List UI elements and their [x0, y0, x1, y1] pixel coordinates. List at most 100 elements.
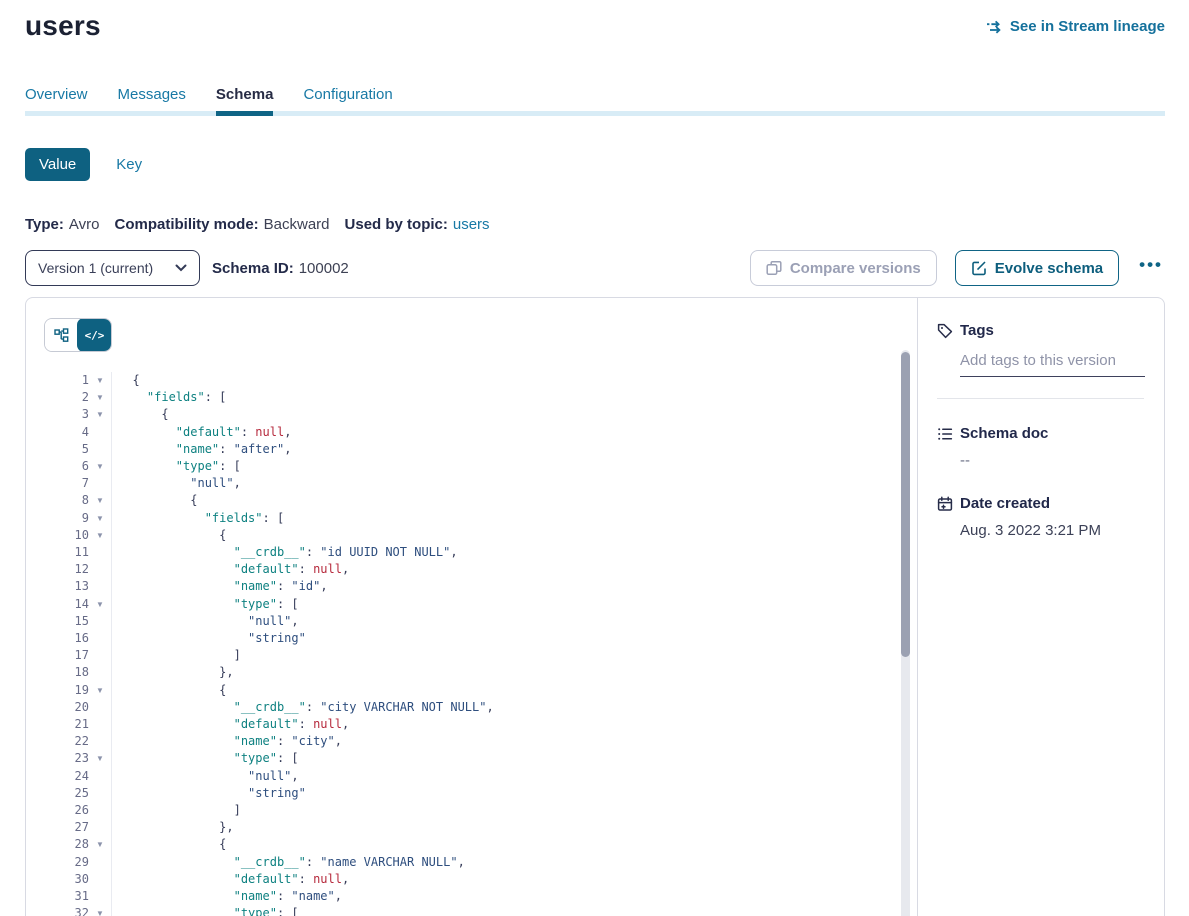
code-line: 17 ] — [44, 647, 917, 664]
fold-toggle-icon[interactable]: ▼ — [89, 596, 111, 613]
line-number: 20 — [44, 699, 89, 716]
fold-spacer — [89, 441, 111, 458]
meta-label: Compatibility mode: — [114, 216, 258, 233]
code-line: 23▼ "type": [ — [44, 750, 917, 767]
meta-label: Used by topic: — [345, 216, 448, 233]
stream-lineage-link[interactable]: See in Stream lineage — [986, 18, 1165, 35]
more-actions-button[interactable]: ••• — [1137, 255, 1165, 281]
date-created-title: Date created — [960, 495, 1050, 512]
code-view-button[interactable]: </> — [77, 318, 112, 352]
line-number: 14 — [44, 596, 89, 613]
fold-toggle-icon[interactable]: ▼ — [89, 750, 111, 767]
line-number: 29 — [44, 854, 89, 871]
tag-icon — [937, 323, 953, 339]
code-line: 14▼ "type": [ — [44, 596, 917, 613]
meta-item: Compatibility mode:Backward — [114, 216, 329, 233]
tree-view-icon — [54, 328, 69, 343]
code-view-icon: </> — [85, 329, 105, 342]
code-line: 28▼ { — [44, 836, 917, 853]
tab-configuration[interactable]: Configuration — [303, 86, 392, 116]
fold-toggle-icon[interactable]: ▼ — [89, 458, 111, 475]
schema-doc-icon — [937, 426, 953, 442]
page-title: users — [25, 10, 101, 42]
line-number: 10 — [44, 527, 89, 544]
code-line: 6▼ "type": [ — [44, 458, 917, 475]
tab-schema[interactable]: Schema — [216, 86, 274, 116]
line-number: 23 — [44, 750, 89, 767]
stream-lineage-label: See in Stream lineage — [1010, 18, 1165, 35]
code-text: { — [112, 836, 226, 853]
fold-toggle-icon[interactable]: ▼ — [89, 836, 111, 853]
fold-spacer — [89, 664, 111, 681]
line-number: 2 — [44, 389, 89, 406]
evolve-schema-button[interactable]: Evolve schema — [955, 250, 1119, 286]
tab-overview[interactable]: Overview — [25, 86, 88, 116]
fold-toggle-icon[interactable]: ▼ — [89, 527, 111, 544]
line-number: 30 — [44, 871, 89, 888]
fold-toggle-icon[interactable]: ▼ — [89, 492, 111, 509]
schema-editor-pane: </> 1▼ {2▼ "fields": [3▼ {4 "default": n… — [26, 298, 917, 916]
schema-sidebar: Tags Schema doc — [917, 298, 1164, 916]
fold-toggle-icon[interactable]: ▼ — [89, 389, 111, 406]
editor-scrollbar-thumb[interactable] — [901, 352, 910, 657]
code-text: ] — [112, 647, 241, 664]
tab-messages[interactable]: Messages — [118, 86, 186, 116]
meta-value-link[interactable]: users — [453, 216, 490, 233]
fold-toggle-icon[interactable]: ▼ — [89, 682, 111, 699]
line-number: 3 — [44, 406, 89, 423]
code-line: 8▼ { — [44, 492, 917, 509]
fold-spacer — [89, 561, 111, 578]
version-select[interactable]: Version 1 (current) — [25, 250, 200, 286]
schema-page: users See in Stream lineage Overview Mess… — [0, 0, 1189, 916]
compare-versions-button[interactable]: Compare versions — [750, 250, 937, 286]
line-number: 16 — [44, 630, 89, 647]
line-number: 24 — [44, 768, 89, 785]
sidebar-divider — [937, 398, 1144, 399]
stream-lineage-icon — [986, 20, 1003, 34]
code-line: 2▼ "fields": [ — [44, 389, 917, 406]
code-line: 30 "default": null, — [44, 871, 917, 888]
line-number: 28 — [44, 836, 89, 853]
code-text: { — [112, 492, 197, 509]
line-number: 32 — [44, 905, 89, 916]
fold-toggle-icon[interactable]: ▼ — [89, 372, 111, 389]
schema-doc-value: -- — [960, 452, 1144, 469]
code-text: "name": "city", — [112, 733, 342, 750]
code-text: "default": null, — [112, 561, 349, 578]
schema-doc-section: Schema doc -- — [937, 425, 1144, 469]
code-line: 11 "__crdb__": "id UUID NOT NULL", — [44, 544, 917, 561]
line-number: 8 — [44, 492, 89, 509]
fold-toggle-icon[interactable]: ▼ — [89, 406, 111, 423]
version-bar: Version 1 (current) Schema ID: 100002 Co… — [25, 250, 1165, 286]
fold-spacer — [89, 578, 111, 595]
compare-versions-label: Compare versions — [790, 260, 921, 277]
fold-spacer — [89, 544, 111, 561]
line-number: 6 — [44, 458, 89, 475]
key-toggle-link[interactable]: Key — [116, 156, 142, 173]
code-text: { — [112, 406, 169, 423]
code-line: 16 "string" — [44, 630, 917, 647]
schema-code-editor[interactable]: 1▼ {2▼ "fields": [3▼ {4 "default": null,… — [44, 372, 917, 916]
line-number: 12 — [44, 561, 89, 578]
schema-id: Schema ID: 100002 — [212, 260, 349, 277]
schema-card: </> 1▼ {2▼ "fields": [3▼ {4 "default": n… — [25, 297, 1165, 916]
fold-toggle-icon[interactable]: ▼ — [89, 905, 111, 916]
code-text: "null", — [112, 475, 241, 492]
schema-actions: Compare versions Evolve schema ••• — [750, 250, 1165, 286]
code-text: ] — [112, 802, 241, 819]
code-text: "type": [ — [112, 750, 299, 767]
code-text: }, — [112, 664, 234, 681]
line-number: 5 — [44, 441, 89, 458]
code-line: 13 "name": "id", — [44, 578, 917, 595]
value-toggle-button[interactable]: Value — [25, 148, 90, 181]
line-number: 25 — [44, 785, 89, 802]
line-number: 17 — [44, 647, 89, 664]
code-text: "name": "name", — [112, 888, 342, 905]
code-line: 19▼ { — [44, 682, 917, 699]
line-number: 31 — [44, 888, 89, 905]
tree-view-button[interactable] — [45, 319, 78, 351]
tags-input[interactable] — [960, 352, 1145, 377]
fold-toggle-icon[interactable]: ▼ — [89, 510, 111, 527]
code-line: 3▼ { — [44, 406, 917, 423]
schema-doc-title: Schema doc — [960, 425, 1048, 442]
